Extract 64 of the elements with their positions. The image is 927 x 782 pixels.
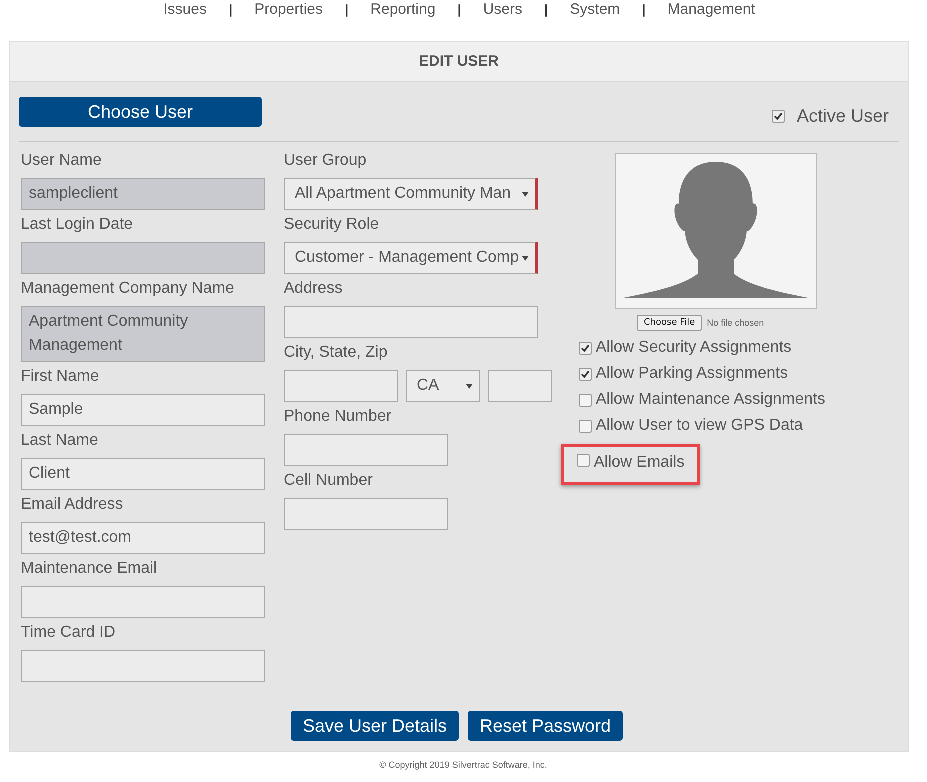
input-field[interactable]	[284, 306, 538, 338]
field-label: Time Card ID	[21, 623, 116, 643]
input-field[interactable]: Client	[21, 458, 265, 490]
field-label: Last Login Date	[21, 215, 134, 235]
action-button[interactable]: Reset Password	[468, 711, 624, 741]
nav-separator: |	[345, 1, 349, 19]
field-label: Last Name	[21, 431, 98, 451]
nav-link[interactable]: Issues	[164, 0, 207, 20]
nav-link[interactable]: Reporting	[370, 0, 436, 20]
field-label: Management Company Name	[21, 279, 234, 299]
field-label: User Name	[21, 151, 102, 171]
input-field[interactable]: sampleclient	[21, 178, 265, 210]
panel-title: EDIT USER	[10, 42, 908, 82]
checkbox-label: Allow User to view GPS Data	[596, 417, 804, 435]
input-field[interactable]: Sample	[21, 394, 265, 426]
copyright: © Copyright 2019 Silvertrac Software, Inc.	[378, 760, 548, 770]
nav-separator: |	[544, 1, 548, 19]
checkbox-label: Active User	[796, 106, 889, 127]
input-field[interactable]: Apartment Community Management	[21, 306, 265, 362]
input-field[interactable]	[284, 434, 448, 466]
dropdown[interactable]: CA	[406, 370, 480, 402]
checkbox-label: Allow Emails	[594, 454, 685, 472]
checkbox[interactable]	[579, 368, 592, 380]
avatar-silhouette-icon	[624, 162, 808, 300]
nav-separator: |	[642, 1, 646, 19]
field-label: City, State, Zip	[284, 343, 388, 363]
dropdown[interactable]: All Apartment Community Man	[284, 178, 538, 210]
checkbox[interactable]	[579, 394, 592, 406]
action-button[interactable]: Save User Details	[290, 711, 459, 741]
input-field[interactable]	[488, 370, 552, 402]
caret-icon	[466, 384, 473, 388]
dropdown[interactable]: Customer - Management Comp	[284, 242, 538, 274]
caret-icon	[522, 256, 529, 260]
nav-link[interactable]: Management	[668, 0, 756, 20]
field-label: First Name	[21, 367, 100, 387]
caret-icon	[522, 192, 529, 196]
field-label: User Group	[284, 151, 367, 171]
field-label: Security Role	[284, 215, 380, 235]
checkbox-label: Allow Maintenance Assignments	[596, 391, 826, 409]
field-label: Cell Number	[284, 471, 373, 491]
input-field[interactable]	[284, 498, 448, 530]
input-field[interactable]	[284, 370, 398, 402]
nav-link[interactable]: System	[570, 0, 620, 20]
checkbox[interactable]	[579, 342, 592, 354]
checkbox-label: Allow Parking Assignments	[596, 365, 788, 383]
field-label: Email Address	[21, 495, 124, 515]
checkbox[interactable]	[772, 110, 785, 123]
input-field[interactable]	[21, 650, 265, 682]
input-field[interactable]	[21, 586, 265, 618]
input-field[interactable]	[21, 242, 265, 274]
checkbox[interactable]	[579, 420, 592, 432]
checkbox-label: Allow Security Assignments	[596, 339, 792, 357]
nav-link[interactable]: Properties	[254, 0, 323, 20]
nav-separator: |	[458, 1, 462, 19]
field-label: Maintenance Email	[21, 559, 158, 579]
file-status: No file chosen	[707, 318, 764, 328]
nav-separator: |	[228, 1, 233, 19]
choose-user-button[interactable]: Choose User	[19, 97, 262, 127]
field-label: Phone Number	[284, 407, 392, 427]
choose-file-button[interactable]: Choose File	[637, 315, 702, 331]
checkbox[interactable]	[577, 454, 590, 467]
field-label: Address	[284, 279, 343, 299]
input-field[interactable]: test@test.com	[21, 522, 265, 554]
nav-link[interactable]: Users	[483, 0, 522, 20]
